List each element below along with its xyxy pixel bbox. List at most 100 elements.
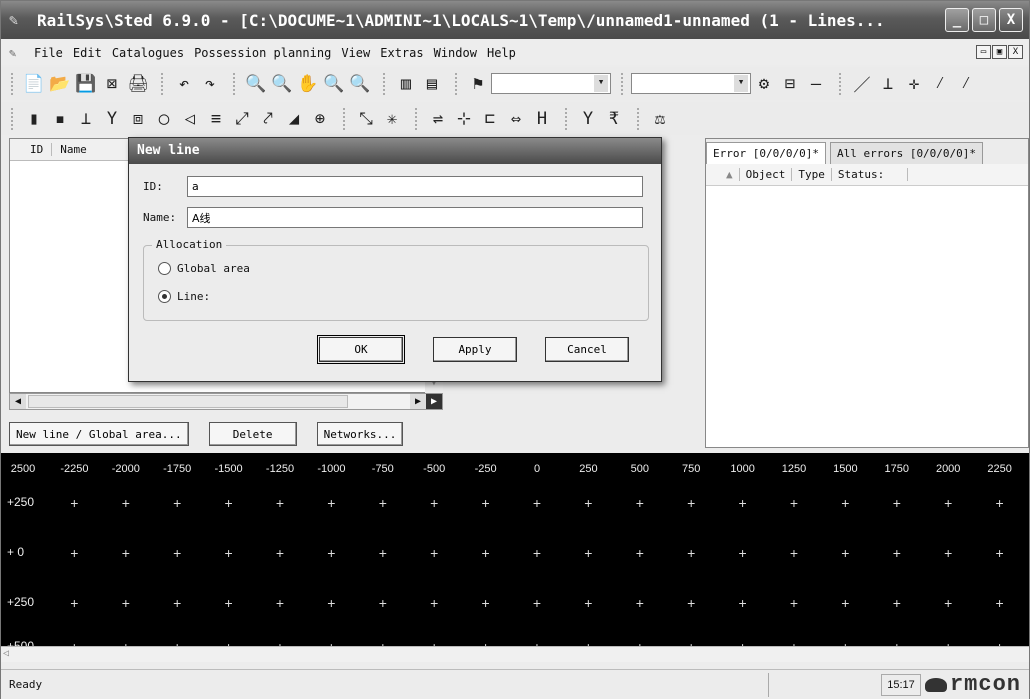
menu-view[interactable]: View [336, 46, 375, 60]
filter-icon[interactable]: Y [575, 109, 601, 129]
radio-line-circle[interactable] [158, 290, 171, 303]
pan-hand-icon[interactable]: ✋ [295, 74, 321, 94]
status-text: Ready [9, 678, 43, 691]
name-input[interactable] [187, 207, 643, 228]
fork-icon[interactable]: Y [99, 109, 125, 129]
tab-all-errors[interactable]: All errors [0/0/0/0]* [829, 142, 984, 164]
toolbar-grip[interactable] [11, 107, 15, 130]
close-doc-icon[interactable]: ⊠ [99, 74, 125, 94]
radio-global-label[interactable]: Global area [177, 262, 250, 275]
switch-left-icon[interactable]: ⁄ [927, 73, 953, 94]
draw-track-icon[interactable]: ⤡ [353, 109, 379, 129]
crossing-icon[interactable]: ✛ [901, 74, 927, 94]
scroll-left-arrow[interactable]: ◀ [10, 394, 26, 409]
canvas-scrollbar[interactable]: ◁ [1, 646, 1029, 662]
menu-possession-planning[interactable]: Possession planning [189, 46, 336, 60]
scroll-thumb[interactable] [28, 395, 348, 408]
track-canvas[interactable]: 2500 -2250 -2000 -1750 -1500 -1250 -1000 -750 -5… [1, 453, 1029, 646]
toolbar-grip[interactable] [11, 72, 15, 95]
binoculars-icon[interactable]: ⚑ [465, 74, 491, 94]
zoom-out-icon[interactable]: 🔍 [347, 74, 373, 94]
signal-icon[interactable]: ▮ [21, 109, 47, 129]
column-id[interactable]: ID [10, 143, 51, 156]
buffer-icon[interactable]: ◁ [177, 109, 203, 129]
bracket-icon[interactable]: ⊏ [477, 109, 503, 129]
horizontal-scrollbar[interactable]: ◀ ▶ ▶ [9, 393, 443, 410]
new-file-icon[interactable]: 📄 [21, 74, 47, 94]
grid-point: + [481, 545, 490, 561]
loop-icon[interactable]: ◯ [151, 109, 177, 129]
zoom-icon[interactable]: 🔍 [243, 74, 269, 94]
column-status[interactable]: Status: [832, 168, 908, 181]
minimize-button[interactable]: _ [945, 8, 969, 32]
delete-button[interactable]: Delete [208, 422, 297, 446]
maximize-button[interactable]: □ [972, 8, 996, 32]
column-object[interactable]: Object [740, 168, 793, 181]
junction-icon[interactable]: ⊥ [875, 74, 901, 94]
radio-global-area[interactable]: Global area [158, 262, 250, 275]
menu-catalogues[interactable]: Catalogues [107, 46, 189, 60]
switch-right-icon[interactable]: ⁄ [953, 73, 979, 94]
radio-line-label[interactable]: Line: [177, 290, 210, 303]
new-line-button[interactable]: New line / Global area... [9, 422, 189, 446]
bridge-icon[interactable]: ⊟ [777, 74, 803, 94]
route-icon[interactable]: ⤢ [229, 109, 255, 129]
scroll-end-arrow[interactable]: ▶ [426, 394, 442, 409]
redo-icon[interactable]: ↷ [197, 74, 223, 94]
dialog-title[interactable]: New line [129, 138, 661, 164]
print-icon[interactable]: 🖨 [125, 74, 151, 94]
diagonal-line-icon[interactable]: ／ [849, 71, 875, 96]
platform-icon[interactable]: ⧈ [125, 109, 151, 129]
name-label: Name: [143, 211, 177, 224]
object-select[interactable] [631, 73, 751, 94]
list-icon[interactable]: ≡ [203, 109, 229, 129]
mdi-restore-button[interactable]: ▣ [992, 45, 1007, 59]
mdi-close-button[interactable]: X [1008, 45, 1023, 59]
menu-help[interactable]: Help [482, 46, 521, 60]
mdi-minimize-button[interactable]: ▭ [976, 45, 991, 59]
menu-window[interactable]: Window [429, 46, 482, 60]
radio-line[interactable]: Line: [158, 290, 210, 303]
menu-edit[interactable]: Edit [68, 46, 107, 60]
connector-icon[interactable]: ⇔ [503, 109, 529, 129]
table-view-icon[interactable]: ▤ [419, 74, 445, 94]
ok-button[interactable]: OK [317, 335, 405, 364]
undo-icon[interactable]: ↶ [171, 74, 197, 94]
zoom-in-icon[interactable]: 🔍 [321, 74, 347, 94]
apply-button[interactable]: Apply [433, 337, 517, 362]
node-icon[interactable]: ✳ [379, 109, 405, 129]
save-icon[interactable]: 💾 [73, 74, 99, 94]
sort-arrow-icon[interactable]: ▲ [706, 168, 740, 181]
close-button[interactable]: X [999, 8, 1023, 32]
cancel-button[interactable]: Cancel [545, 337, 629, 362]
scale-icon[interactable]: ⚖ [647, 109, 673, 129]
station-icon[interactable]: ⊕ [307, 109, 333, 129]
column-type[interactable]: Type [792, 168, 832, 181]
cross-node-icon[interactable]: ⊹ [451, 109, 477, 129]
block-icon[interactable]: ▪ [47, 109, 73, 129]
radio-global-circle[interactable] [158, 262, 171, 275]
scroll-left-arrow[interactable]: ◁ [3, 648, 17, 661]
grid-view-icon[interactable]: ▥ [393, 74, 419, 94]
gradient-icon[interactable]: ◢ [281, 109, 307, 129]
tab-error[interactable]: Error [0/0/0/0]* [706, 142, 826, 164]
zoom-window-icon[interactable]: 🔍 [269, 74, 295, 94]
networks-button[interactable]: Networks... [316, 422, 404, 446]
id-input[interactable] [187, 176, 643, 197]
menu-file[interactable]: File [29, 46, 68, 60]
arrow-up-icon[interactable]: ⤤ [255, 109, 281, 129]
track-end-icon[interactable]: ⊥ [73, 109, 99, 129]
settings-icon[interactable]: ⚙ [751, 74, 777, 94]
column-name[interactable]: Name [51, 143, 95, 156]
grid-row: +250 + + + + + + + + + + + + + + + + + + + [1, 595, 1029, 611]
grid-point: + [995, 595, 1004, 611]
scroll-right-arrow[interactable]: ▶ [410, 394, 426, 409]
line-icon[interactable]: — [803, 74, 829, 94]
menu-extras[interactable]: Extras [375, 46, 428, 60]
layer-select[interactable] [491, 73, 611, 94]
open-folder-icon[interactable]: 📂 [47, 74, 73, 94]
sign-icon[interactable]: ₹ [601, 109, 627, 129]
parallel-icon[interactable]: ⇌ [425, 109, 451, 129]
h-box-icon[interactable]: H [529, 109, 555, 129]
grid-point: + [789, 595, 799, 611]
